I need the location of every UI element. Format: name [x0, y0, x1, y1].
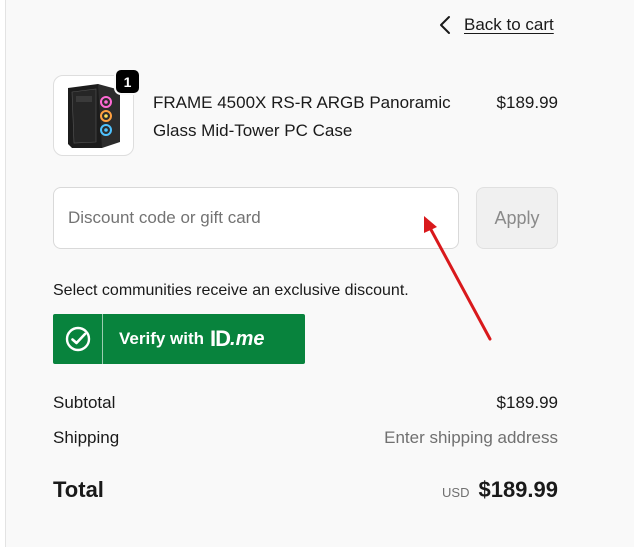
- apply-discount-button[interactable]: Apply: [476, 187, 558, 249]
- shipping-value: Enter shipping address: [384, 428, 558, 447]
- subtotal-row: Subtotal $189.99: [53, 393, 558, 413]
- community-discount-text: Select communities receive an exclusive …: [53, 282, 409, 299]
- total-value: $189.99: [478, 477, 558, 502]
- currency-code: USD: [442, 485, 470, 500]
- subtotal-label: Subtotal: [53, 393, 116, 412]
- chevron-left-icon: [440, 16, 450, 34]
- quantity-badge: 1: [114, 68, 141, 95]
- shipping-row: Shipping Enter shipping address: [53, 428, 558, 448]
- verify-label: Verify with: [119, 329, 205, 348]
- shipping-label: Shipping: [53, 428, 120, 447]
- subtotal-value: $189.99: [496, 393, 558, 412]
- idme-logo-me: .me: [230, 327, 265, 350]
- back-to-cart-label: Back to cart: [464, 15, 554, 34]
- total-label: Total: [53, 477, 104, 502]
- discount-code-input[interactable]: [53, 187, 459, 249]
- check-circle-icon: [53, 314, 103, 364]
- verify-with-idme-button[interactable]: Verify with ID .me: [53, 314, 305, 364]
- product-price: $189.99: [496, 93, 558, 112]
- back-to-cart-link[interactable]: Back to cart: [438, 13, 554, 37]
- idme-logo-id: ID: [210, 326, 231, 351]
- total-row: Total USD $189.99: [53, 477, 558, 503]
